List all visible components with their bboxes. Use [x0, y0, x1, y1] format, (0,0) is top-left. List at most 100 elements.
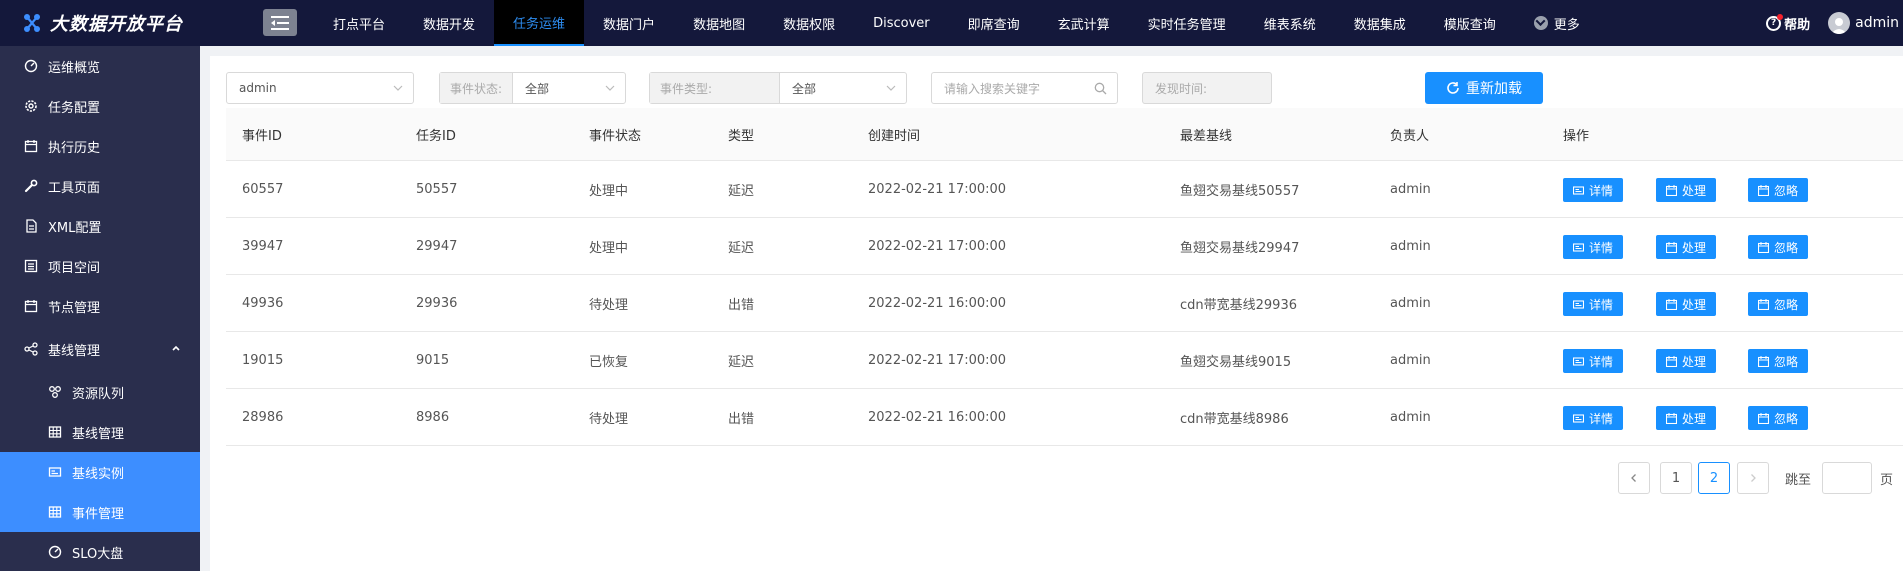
sidebar-item-resource-queue[interactable]: 资源队列 — [0, 372, 200, 412]
sidebar-item-label: 执行历史 — [48, 140, 101, 156]
sidebar-item-baseline-instance[interactable]: 基线实例 — [0, 452, 200, 492]
user-menu[interactable]: admin — [1828, 12, 1899, 34]
detail-button[interactable]: 详情 — [1563, 292, 1623, 316]
calendar-icon — [24, 139, 38, 153]
page-button-1[interactable]: 1 — [1660, 462, 1692, 494]
sidebar-item-ops-overview[interactable]: 运维概览 — [0, 46, 200, 86]
sidebar-item-slo-dashboard[interactable]: SLO大盘 — [0, 532, 200, 571]
detail-button[interactable]: 详情 — [1563, 235, 1623, 259]
sidebar-item-label: 基线管理 — [48, 343, 101, 359]
cell-event-status: 待处理 — [589, 411, 629, 427]
handle-button[interactable]: 处理 — [1656, 406, 1716, 430]
page-suffix: 页 — [1880, 472, 1894, 488]
table-header: 事件ID 任务ID 事件状态 类型 创建时间 最差基线 负责人 操作 — [226, 108, 1903, 161]
chevron-down-icon — [886, 85, 896, 91]
top-nav: 打点平台 数据开发 任务运维 数据门户 数据地图 数据权限 Discover 即… — [314, 0, 1599, 46]
reload-button[interactable]: 重新加载 — [1425, 72, 1543, 104]
ignore-button[interactable]: 忽略 — [1748, 292, 1808, 316]
sidebar-item-event-mgmt[interactable]: 事件管理 — [0, 492, 200, 532]
ignore-button[interactable]: 忽略 — [1748, 235, 1808, 259]
menu-toggle-button[interactable] — [263, 9, 297, 36]
search-input[interactable]: 请输入搜索关键字 — [931, 72, 1118, 104]
user-icon — [1831, 18, 1848, 34]
column-header-task-id: 任务ID — [416, 128, 456, 144]
cell-created-time: 2022-02-21 17:00:00 — [868, 181, 1007, 197]
detail-button[interactable]: 详情 — [1563, 178, 1623, 202]
ignore-button[interactable]: 忽略 — [1748, 178, 1808, 202]
event-type-select[interactable]: 事件类型: 全部 — [649, 72, 907, 104]
jump-page-input[interactable] — [1822, 462, 1872, 494]
handle-button[interactable]: 处理 — [1656, 292, 1716, 316]
nav-item-adhoc-query[interactable]: 即席查询 — [949, 0, 1039, 46]
cell-event-status: 处理中 — [589, 183, 629, 199]
handle-button[interactable]: 处理 — [1656, 235, 1716, 259]
nav-item-discover[interactable]: Discover — [854, 0, 949, 46]
sidebar-item-task-config[interactable]: 任务配置 — [0, 86, 200, 126]
nav-item-data-portal[interactable]: 数据门户 — [584, 0, 674, 46]
nav-item-dadian[interactable]: 打点平台 — [314, 0, 404, 46]
list-icon — [24, 259, 38, 273]
cell-task-id: 8986 — [416, 409, 450, 425]
owner-select[interactable]: admin — [226, 72, 414, 104]
prev-page-button[interactable] — [1618, 462, 1650, 494]
sidebar-item-baseline-group[interactable]: 基线管理 — [0, 329, 200, 369]
event-status-select[interactable]: 事件状态: 全部 — [439, 72, 626, 104]
sidebar-item-label: 基线管理 — [72, 426, 125, 442]
calendar-icon — [1757, 241, 1769, 253]
nav-item-task-ops[interactable]: 任务运维 — [494, 0, 585, 46]
sidebar-item-label: 资源队列 — [72, 386, 125, 402]
ignore-label: 忽略 — [1773, 411, 1798, 426]
handle-button[interactable]: 处理 — [1656, 349, 1716, 373]
header-right: ? 帮助 admin — [1766, 0, 1903, 46]
ignore-button[interactable]: 忽略 — [1748, 349, 1808, 373]
nav-item-data-map[interactable]: 数据地图 — [674, 0, 764, 46]
refresh-icon — [1447, 82, 1459, 94]
cell-created-time: 2022-02-21 16:00:00 — [868, 295, 1007, 311]
sidebar-item-label: SLO大盘 — [72, 546, 124, 562]
discover-time-picker[interactable]: 发现时间: — [1142, 72, 1272, 104]
jump-label: 跳至 — [1785, 472, 1812, 488]
nav-more-menu[interactable]: 更多 — [1515, 0, 1599, 46]
ignore-button[interactable]: 忽略 — [1748, 406, 1808, 430]
nav-item-data-integration[interactable]: 数据集成 — [1335, 0, 1425, 46]
detail-button[interactable]: 详情 — [1563, 349, 1623, 373]
table-row: 39947 29947 处理中 延迟 2022-02-21 17:00:00 鱼… — [226, 218, 1903, 275]
detail-label: 详情 — [1588, 297, 1613, 312]
table-row: 19015 9015 已恢复 延迟 2022-02-21 17:00:00 鱼翅… — [226, 332, 1903, 389]
sidebar-item-exec-history[interactable]: 执行历史 — [0, 126, 200, 166]
cell-owner: admin — [1390, 181, 1431, 197]
cell-type: 延迟 — [728, 240, 755, 256]
sidebar-item-project-space[interactable]: 项目空间 — [0, 246, 200, 286]
sidebar-item-label: 任务配置 — [48, 100, 101, 116]
nav-item-xuanwu[interactable]: 玄武计算 — [1039, 0, 1129, 46]
nav-item-data-dev[interactable]: 数据开发 — [404, 0, 494, 46]
handle-label: 处理 — [1681, 354, 1706, 369]
page-button-2[interactable]: 2 — [1698, 462, 1730, 494]
calendar-icon — [1665, 412, 1677, 424]
next-page-button[interactable] — [1737, 462, 1769, 494]
sidebar-item-baseline-mgmt[interactable]: 基线管理 — [0, 412, 200, 452]
sidebar-item-tools[interactable]: 工具页面 — [0, 166, 200, 206]
handle-button[interactable]: 处理 — [1656, 178, 1716, 202]
card-icon — [1572, 185, 1584, 195]
nav-item-template-query[interactable]: 模版查询 — [1425, 0, 1515, 46]
brand[interactable]: 大数据开放平台 — [22, 0, 183, 46]
nav-item-realtime-task[interactable]: 实时任务管理 — [1129, 0, 1245, 46]
detail-button[interactable]: 详情 — [1563, 406, 1623, 430]
chevron-up-icon — [172, 345, 180, 351]
help-icon: ? — [1766, 13, 1784, 31]
detail-label: 详情 — [1588, 183, 1613, 198]
calendar-icon — [1757, 184, 1769, 196]
sidebar-item-label: 运维概览 — [48, 60, 101, 76]
help-link[interactable]: ? 帮助 — [1766, 13, 1810, 33]
dashboard-icon — [48, 545, 62, 559]
nav-item-dim-table[interactable]: 维表系统 — [1245, 0, 1335, 46]
table-icon — [48, 425, 62, 439]
cell-owner: admin — [1390, 352, 1431, 368]
sidebar-item-xml-config[interactable]: XML配置 — [0, 206, 200, 246]
nav-item-data-permission[interactable]: 数据权限 — [764, 0, 854, 46]
cell-owner: admin — [1390, 409, 1431, 425]
sidebar-item-node-mgmt[interactable]: 节点管理 — [0, 286, 200, 326]
cell-worst-baseline: cdn带宽基线29936 — [1180, 297, 1297, 313]
menu-fold-icon — [271, 15, 289, 30]
